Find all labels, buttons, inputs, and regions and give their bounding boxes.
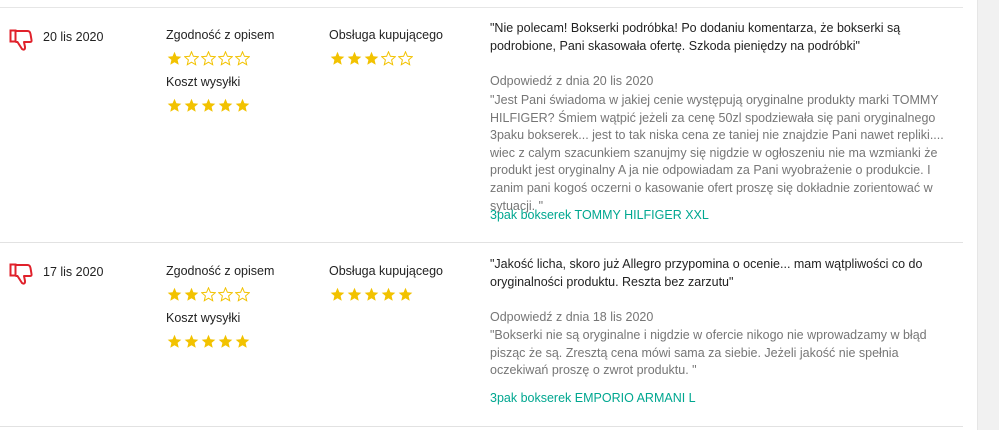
star-filled-icon [235, 334, 250, 348]
star-filled-icon [330, 287, 345, 301]
star-empty-icon [381, 51, 396, 66]
rating-description-stars [167, 287, 250, 302]
star-filled-icon [167, 287, 182, 301]
star-filled-icon [167, 51, 182, 65]
star-empty-icon [218, 51, 233, 66]
star-filled-icon [235, 98, 250, 112]
star-filled-icon [347, 287, 362, 301]
star-filled-icon [347, 51, 362, 65]
star-empty-icon [218, 287, 233, 302]
star-filled-icon [201, 98, 216, 112]
rating-description-label: Zgodność z opisem [166, 264, 275, 278]
star-filled-icon [364, 287, 379, 301]
seller-reply: "Jest Pani świadoma w jakiej cenie wystę… [490, 93, 944, 213]
rating-service-label: Obsługa kupującego [329, 264, 443, 278]
rating-service-label: Obsługa kupującego [329, 28, 443, 42]
product-link[interactable]: 3pak bokserek TOMMY HILFIGER XXL [490, 208, 709, 222]
review-date: 17 lis 2020 [43, 265, 104, 279]
rating-shipping-stars [167, 334, 250, 349]
rating-service-stars [330, 287, 413, 302]
thumbs-down-icon [9, 263, 33, 285]
star-filled-icon [398, 287, 413, 301]
review-item: 17 lis 2020 Zgodność z opisem Koszt wysy… [0, 243, 963, 427]
star-filled-icon [218, 334, 233, 348]
star-empty-icon [235, 51, 250, 66]
review-date: 20 lis 2020 [43, 30, 104, 44]
rating-shipping-stars [167, 98, 250, 113]
seller-reply: "Bokserki nie są oryginalne i nigdzie w … [490, 328, 927, 378]
star-filled-icon [184, 98, 199, 112]
star-filled-icon [167, 334, 182, 348]
star-empty-icon [201, 287, 216, 302]
star-filled-icon [330, 51, 345, 65]
star-filled-icon [218, 98, 233, 112]
review-comment: "Jakość licha, skoro już Allegro przypom… [490, 257, 923, 289]
review-comment: "Nie polecam! Bokserki podróbka! Po doda… [490, 21, 901, 53]
rating-service-stars [330, 51, 413, 66]
product-link[interactable]: 3pak bokserek EMPORIO ARMANI L [490, 391, 696, 405]
rating-shipping-label: Koszt wysyłki [166, 311, 241, 325]
star-empty-icon [184, 51, 199, 66]
thumbs-down-icon [9, 29, 33, 51]
star-filled-icon [184, 334, 199, 348]
scrollbar[interactable] [977, 0, 999, 430]
rating-description-stars [167, 51, 250, 66]
star-filled-icon [201, 334, 216, 348]
rating-shipping-label: Koszt wysyłki [166, 75, 241, 89]
reply-date: Odpowiedź z dnia 20 lis 2020 [490, 74, 654, 88]
rating-description-label: Zgodność z opisem [166, 28, 275, 42]
star-filled-icon [184, 287, 199, 301]
star-empty-icon [398, 51, 413, 66]
star-empty-icon [201, 51, 216, 66]
reply-date: Odpowiedź z dnia 18 lis 2020 [490, 310, 654, 324]
star-empty-icon [235, 287, 250, 302]
star-filled-icon [364, 51, 379, 65]
review-item: 20 lis 2020 Zgodność z opisem Koszt wysy… [0, 8, 963, 243]
star-filled-icon [167, 98, 182, 112]
star-filled-icon [381, 287, 396, 301]
